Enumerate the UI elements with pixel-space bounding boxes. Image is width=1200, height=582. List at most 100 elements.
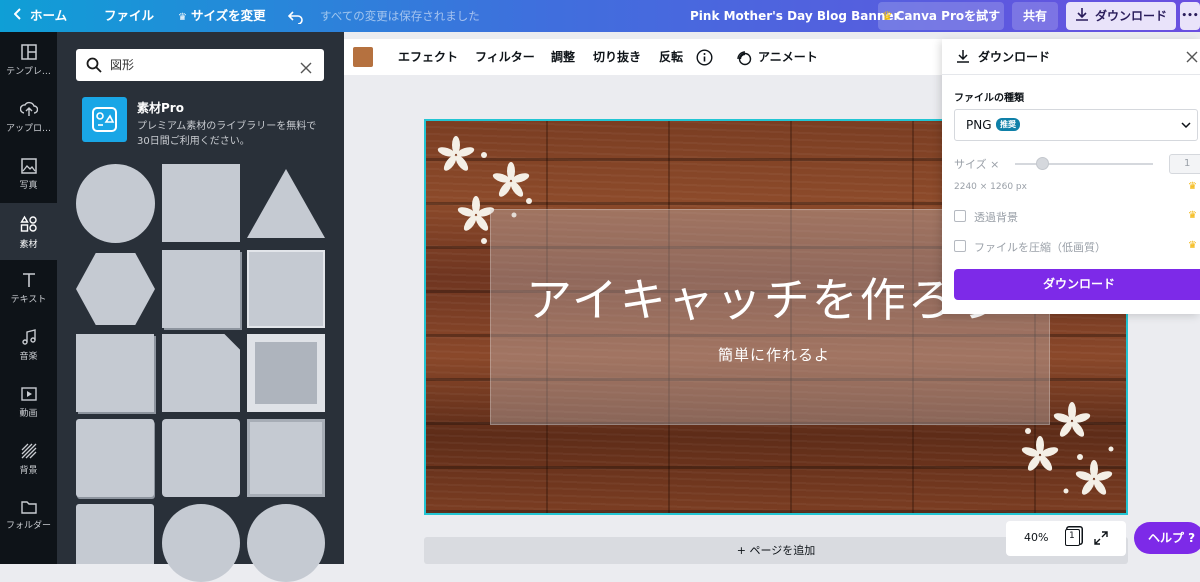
- pro-title[interactable]: 素材Pro: [137, 99, 184, 116]
- transparent-bg-label: 透過背景: [974, 211, 1018, 224]
- info-button[interactable]: [696, 39, 713, 75]
- background-icon: [21, 443, 36, 459]
- search-box[interactable]: 図形: [76, 49, 324, 81]
- try-pro-button[interactable]: ♛ Canva Proを試す: [878, 2, 1004, 30]
- download-top-label: ダウンロード: [1094, 9, 1167, 23]
- elements-pro-logo[interactable]: [82, 97, 127, 142]
- crown-icon: ♛: [178, 12, 187, 23]
- zoom-controls: 40% 1: [1006, 521, 1126, 556]
- rounded-square-shape[interactable]: [162, 419, 240, 497]
- animate-button[interactable]: アニメート: [736, 39, 818, 75]
- search-input[interactable]: 図形: [110, 49, 134, 81]
- crown-icon: ♛: [1188, 240, 1197, 251]
- download-panel: ダウンロード ファイルの種類 PNG 推奨 サイズ × 1 2240 × 126…: [942, 39, 1200, 314]
- crop-button[interactable]: 切り抜き: [593, 39, 641, 75]
- pro-description-line1: プレミアム素材のライブラリーを無料で: [137, 121, 317, 132]
- hexagon-shape[interactable]: [76, 253, 155, 325]
- rail-item-background[interactable]: 背景: [0, 431, 57, 488]
- crown-icon: ♛: [1188, 210, 1197, 221]
- rail-item-music[interactable]: 音楽: [0, 317, 57, 374]
- square-shape[interactable]: [162, 164, 240, 242]
- photo-icon: [20, 158, 37, 174]
- text-icon: [22, 273, 35, 287]
- animate-label: アニメート: [758, 50, 818, 64]
- size-label: サイズ ×: [954, 158, 1000, 171]
- info-icon: [696, 49, 713, 66]
- file-menu-button[interactable]: ファイル: [104, 0, 154, 32]
- page-count-button[interactable]: 1: [1065, 529, 1080, 546]
- search-icon: [86, 57, 102, 77]
- circle-shape-2[interactable]: [162, 504, 240, 582]
- chevron-down-icon: [1181, 122, 1191, 129]
- color-swatch[interactable]: [353, 47, 373, 67]
- rail-item-photos[interactable]: 写真: [0, 146, 57, 203]
- clear-search-icon[interactable]: [300, 59, 312, 78]
- rail-item-text[interactable]: テキスト: [0, 260, 57, 317]
- effects-button[interactable]: エフェクト: [398, 39, 458, 75]
- rail-label: フォルダー: [5, 521, 51, 531]
- circle-shape[interactable]: [76, 164, 155, 243]
- download-icon: [1075, 3, 1089, 31]
- rail-label: 背景: [19, 466, 38, 476]
- outlined-square-shape[interactable]: [247, 419, 325, 497]
- try-pro-label: Canva Proを試す: [895, 9, 1001, 23]
- undo-button[interactable]: [287, 0, 304, 32]
- triangle-shape[interactable]: [247, 169, 325, 238]
- subheadline-text[interactable]: 簡単に作れるよ: [426, 344, 1122, 365]
- flower-decoration-icon: [1021, 402, 1114, 495]
- crown-icon: ♛: [881, 9, 893, 23]
- rail-label: テンプレ…: [6, 67, 51, 77]
- rail-item-folder[interactable]: フォルダー: [0, 488, 57, 545]
- rail-item-templates[interactable]: テンプレ…: [0, 32, 57, 89]
- chevron-left-icon: [13, 0, 22, 32]
- rough-square-shape-2[interactable]: [76, 504, 154, 564]
- pro-description-line2: 30日間ご利用ください。: [137, 136, 250, 147]
- bordered-square-shape[interactable]: [247, 250, 325, 328]
- help-button[interactable]: ヘルプ ?: [1134, 522, 1200, 554]
- top-bar: ホーム ファイル ♛ サイズを変更 すべての変更は保存されました Pink Mot…: [0, 0, 1200, 32]
- rail-label: 音楽: [19, 352, 38, 362]
- dimensions-text: 2240 × 1260 px: [954, 182, 1027, 192]
- elements-icon: [19, 215, 37, 232]
- elements-pro-icon: [92, 107, 117, 132]
- more-options-button[interactable]: •••: [1180, 2, 1200, 30]
- rail-item-uploads[interactable]: アップロ…: [0, 89, 57, 146]
- offset-square-shape[interactable]: [76, 334, 154, 412]
- home-button[interactable]: ホーム: [13, 0, 68, 32]
- shadow-square-shape[interactable]: [162, 250, 240, 328]
- save-status: すべての変更は保存されました: [320, 9, 480, 23]
- download-top-button[interactable]: ダウンロード: [1066, 2, 1176, 30]
- download-submit-button[interactable]: ダウンロード: [954, 269, 1200, 300]
- file-type-select[interactable]: PNG 推奨: [954, 109, 1198, 141]
- document-title[interactable]: Pink Mother's Day Blog Banner: [690, 0, 899, 32]
- undo-icon: [287, 8, 304, 25]
- close-icon[interactable]: [1186, 51, 1198, 63]
- adjust-button[interactable]: 調整: [551, 39, 575, 75]
- filter-button[interactable]: フィルター: [475, 39, 535, 75]
- size-slider-handle[interactable]: [1036, 157, 1049, 170]
- framed-square-shape[interactable]: [247, 334, 325, 412]
- home-label: ホーム: [30, 8, 68, 23]
- recommended-badge: 推奨: [996, 118, 1020, 131]
- image-toolbar: エフェクト フィルター 調整 切り抜き 反転 アニメート: [344, 39, 944, 75]
- rough-square-shape[interactable]: [76, 419, 154, 497]
- page-count: 1: [1069, 531, 1075, 541]
- divider: [942, 74, 1200, 75]
- compress-checkbox[interactable]: [954, 240, 966, 252]
- flip-button[interactable]: 反転: [659, 39, 683, 75]
- rail-item-video[interactable]: 動画: [0, 374, 57, 431]
- rail-label: アップロ…: [5, 124, 51, 134]
- share-button[interactable]: 共有: [1012, 2, 1058, 30]
- crown-icon: ♛: [1188, 181, 1197, 192]
- animate-icon: [737, 50, 752, 65]
- fullscreen-icon[interactable]: [1094, 531, 1108, 545]
- file-type-label: ファイルの種類: [954, 93, 1024, 104]
- transparent-bg-checkbox[interactable]: [954, 210, 966, 222]
- circle-shape-3[interactable]: [247, 504, 325, 582]
- download-icon: [957, 50, 969, 63]
- size-input[interactable]: 1: [1169, 154, 1200, 174]
- resize-button[interactable]: ♛ サイズを変更: [178, 0, 266, 32]
- rail-item-elements[interactable]: 素材: [0, 203, 57, 260]
- folded-corner-shape[interactable]: [162, 334, 240, 412]
- zoom-level[interactable]: 40%: [1024, 531, 1048, 544]
